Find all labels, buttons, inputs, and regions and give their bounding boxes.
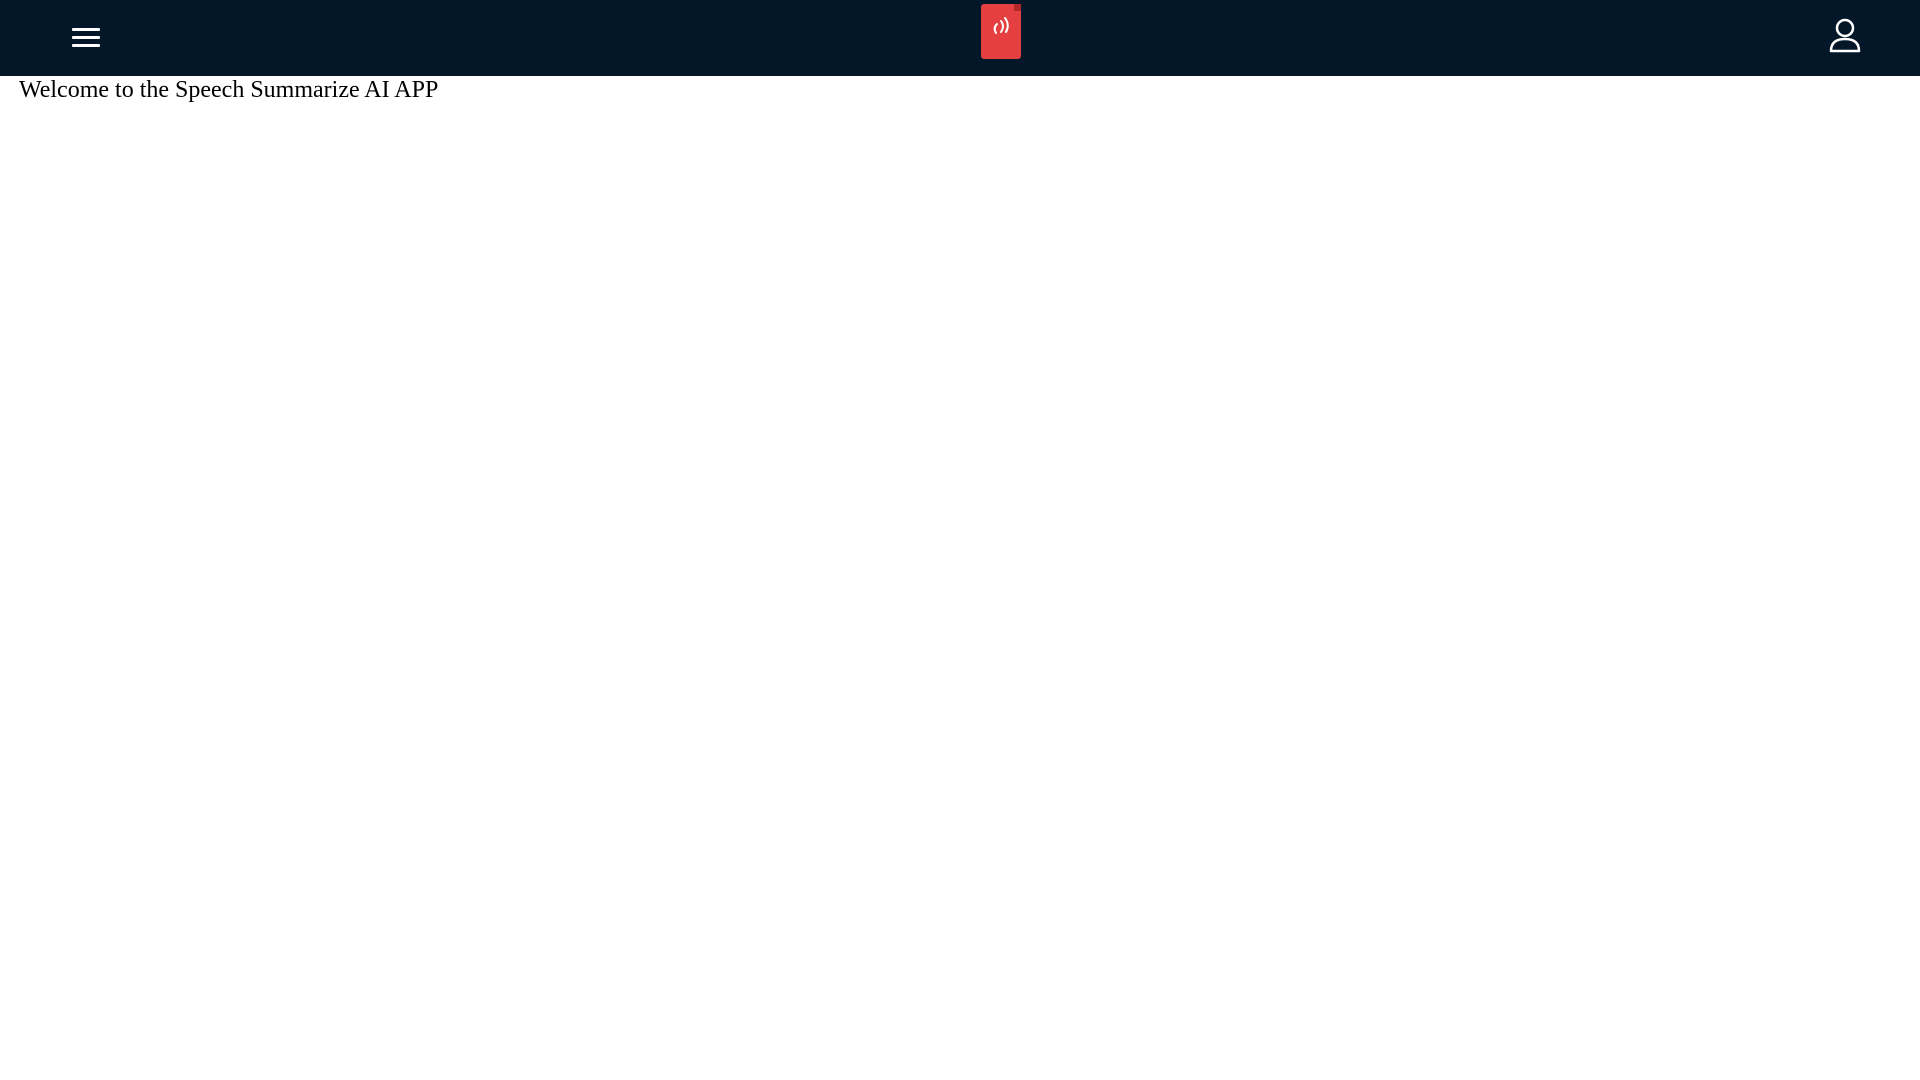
menu-line-bottom (72, 43, 100, 47)
user-profile-icon (1829, 18, 1861, 53)
welcome-message: Welcome to the Speech Summarize AI APP (19, 77, 439, 103)
menu-line-top (72, 27, 100, 31)
app-logo[interactable] (981, 4, 1021, 59)
profile-button[interactable] (1828, 17, 1862, 55)
top-navigation-bar (0, 0, 1920, 76)
logo-corner-mark (1014, 4, 1021, 11)
menu-line-middle (72, 35, 100, 39)
sound-waves-icon (993, 17, 1009, 34)
menu-button[interactable] (72, 20, 110, 54)
